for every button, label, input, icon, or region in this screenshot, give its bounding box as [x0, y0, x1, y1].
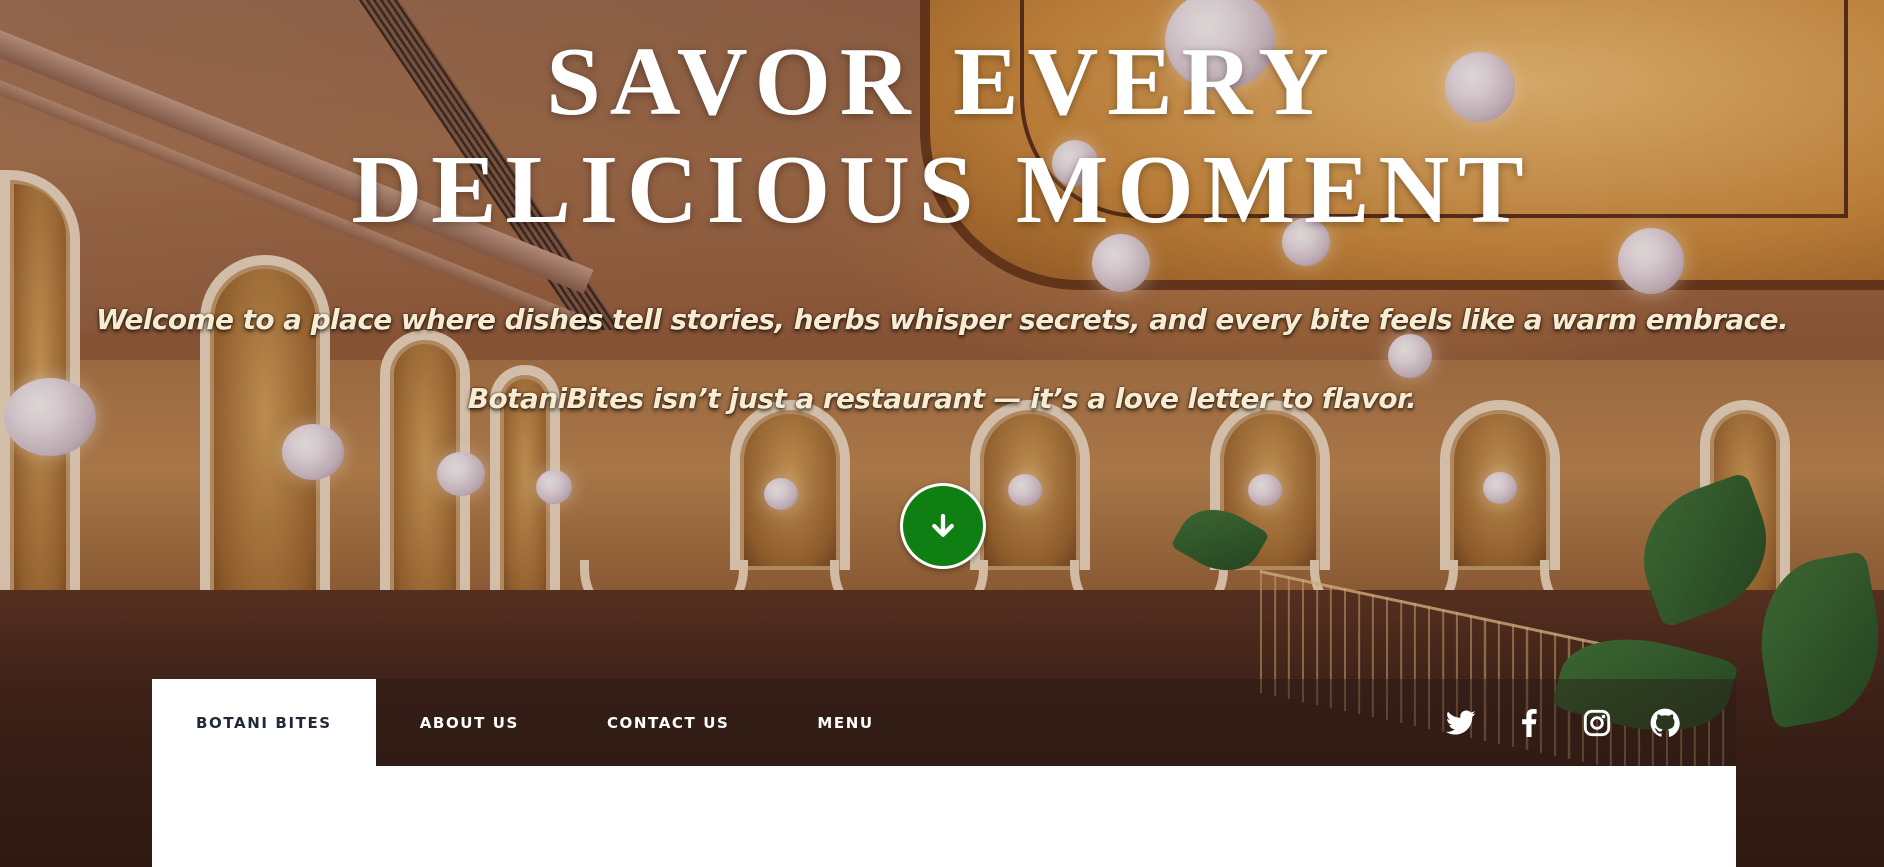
arrow-down-icon [932, 513, 954, 537]
hero-title-line2: DELICIOUS MOMENT [351, 136, 1533, 244]
instagram-icon[interactable] [1582, 708, 1612, 738]
github-icon[interactable] [1650, 708, 1680, 738]
main-navbar: BOTANI BITES ABOUT US CONTACT US MENU [152, 679, 1736, 766]
social-links [1446, 708, 1736, 738]
scroll-down-button[interactable] [900, 483, 986, 569]
facebook-icon[interactable] [1514, 708, 1544, 738]
nav-item-about-us[interactable]: ABOUT US [376, 679, 563, 766]
twitter-icon[interactable] [1446, 708, 1476, 738]
hero-title-line1: SAVOR EVERY [546, 28, 1338, 136]
nav-item-botani-bites[interactable]: BOTANI BITES [152, 679, 376, 766]
hero-tagline: Welcome to a place where dishes tell sto… [95, 303, 1789, 336]
hero-subtagline: BotaniBites isn’t just a restaurant — it… [467, 382, 1417, 415]
nav-item-menu[interactable]: MENU [773, 679, 917, 766]
hero-title: SAVOR EVERY DELICIOUS MOMENT [0, 28, 1884, 244]
content-card [152, 766, 1736, 867]
nav-item-contact-us[interactable]: CONTACT US [563, 679, 773, 766]
